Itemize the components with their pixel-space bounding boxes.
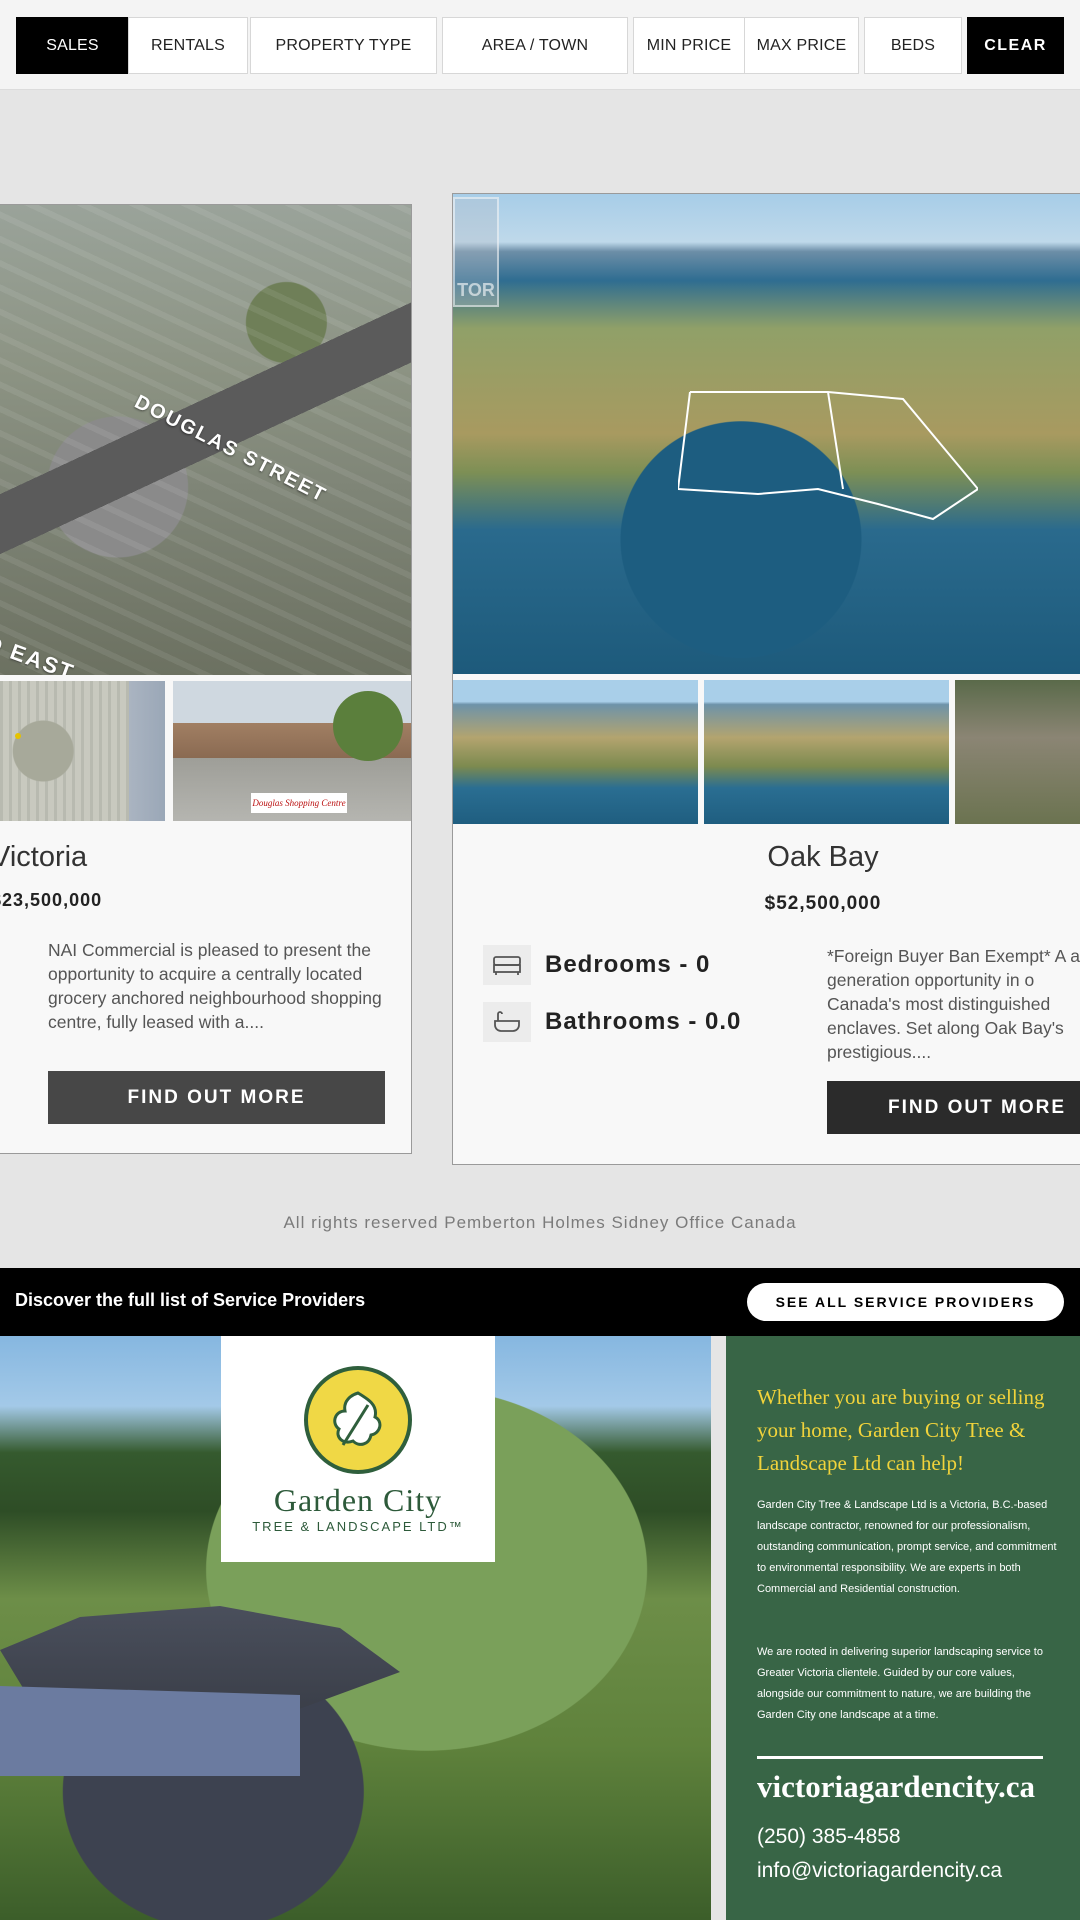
copyright-notice: All rights reserved Pemberton Holmes Sid… [283, 1213, 797, 1232]
sign-label: Douglas Shopping Centre [251, 793, 347, 813]
logo-wordmark: Garden City [273, 1482, 443, 1518]
photo-street-label: DOUGLAS STREET [131, 391, 331, 508]
bedrooms-count: Bedrooms - 0 [545, 951, 711, 978]
bathtub-icon [483, 1002, 531, 1042]
ad-email-link[interactable]: info@victoriagardencity.ca [757, 1859, 1002, 1883]
listing-title: Oak Bay [767, 841, 879, 873]
map-pin-icon [15, 733, 21, 739]
property-boundary-outline [678, 391, 978, 521]
listing-thumbnail[interactable] [955, 680, 1080, 824]
filter-sales-tab[interactable]: SALES [16, 17, 129, 74]
service-providers-banner: Discover the full list of Service Provid… [0, 1268, 1080, 1336]
listing-card[interactable]: DOUGLAS STREET D EAST Douglas Shopping C… [0, 204, 412, 1154]
find-out-more-button[interactable]: FIND OUT MORE [48, 1071, 385, 1124]
max-price-dropdown[interactable]: MAX PRICE [744, 17, 859, 74]
ad-paragraph: Garden City Tree & Landscape Ltd is a Vi… [757, 1499, 1057, 1595]
listing-thumbnail[interactable] [453, 680, 698, 824]
ad-headline: Whether you are buying or selling your h… [757, 1385, 1045, 1475]
ad-info-panel: Whether you are buying or selling your h… [726, 1336, 1080, 1920]
bathrooms-spec: Bathrooms - 0.0 [483, 1002, 741, 1042]
ad-website-link[interactable]: victoriagardencity.ca [757, 1769, 1035, 1805]
filter-bar: SALES RENTALS PROPERTY TYPE AREA / TOWN … [0, 0, 1080, 90]
oak-leaf-icon [304, 1366, 412, 1474]
listing-description: *Foreign Buyer Ban Exempt* A a-generatio… [827, 946, 1080, 1062]
listing-main-photo[interactable]: TOR [453, 194, 1080, 674]
service-providers-heading: Discover the full list of Service Provid… [15, 1290, 366, 1310]
beds-dropdown[interactable]: BEDS [864, 17, 962, 74]
listing-title: Victoria [0, 841, 88, 873]
ad-phone-link[interactable]: (250) 385-4858 [757, 1825, 901, 1849]
see-all-service-providers-button[interactable]: SEE ALL SERVICE PROVIDERS [747, 1283, 1064, 1321]
bedrooms-spec: Bedrooms - 0 [483, 945, 710, 985]
garden-city-logo[interactable]: Garden City TREE & LANDSCAPE LTD™ [221, 1336, 495, 1562]
find-out-more-button[interactable]: FIND OUT MORE [827, 1081, 1080, 1134]
clear-filters-button[interactable]: CLEAR [967, 17, 1064, 74]
realtor-watermark: TOR [453, 197, 499, 307]
listing-price: $23,500,000 [0, 890, 103, 910]
logo-tagline: TREE & LANDSCAPE LTD™ [252, 1519, 464, 1534]
listing-price: $52,500,000 [764, 893, 882, 914]
photo-street-label: D EAST [0, 630, 79, 675]
listing-thumbnail-map[interactable] [0, 681, 165, 821]
property-type-dropdown[interactable]: PROPERTY TYPE [250, 17, 437, 74]
listing-main-photo[interactable]: DOUGLAS STREET D EAST [0, 205, 411, 675]
listing-description: NAI Commercial is pleased to present the… [48, 940, 382, 1032]
filter-rentals-tab[interactable]: RENTALS [128, 17, 248, 74]
listing-thumbnail[interactable] [704, 680, 949, 824]
bathrooms-count: Bathrooms - 0.0 [545, 1008, 742, 1035]
min-price-dropdown[interactable]: MIN PRICE [633, 17, 745, 74]
divider [757, 1756, 1043, 1759]
area-town-dropdown[interactable]: AREA / TOWN [442, 17, 628, 74]
house-wall-shape [0, 1686, 300, 1776]
bed-icon [483, 945, 531, 985]
listing-card[interactable]: TOR Oak Bay $52,500,000 Bedrooms - 0 Bat… [452, 193, 1080, 1165]
ad-paragraph: We are rooted in delivering superior lan… [757, 1646, 1043, 1721]
